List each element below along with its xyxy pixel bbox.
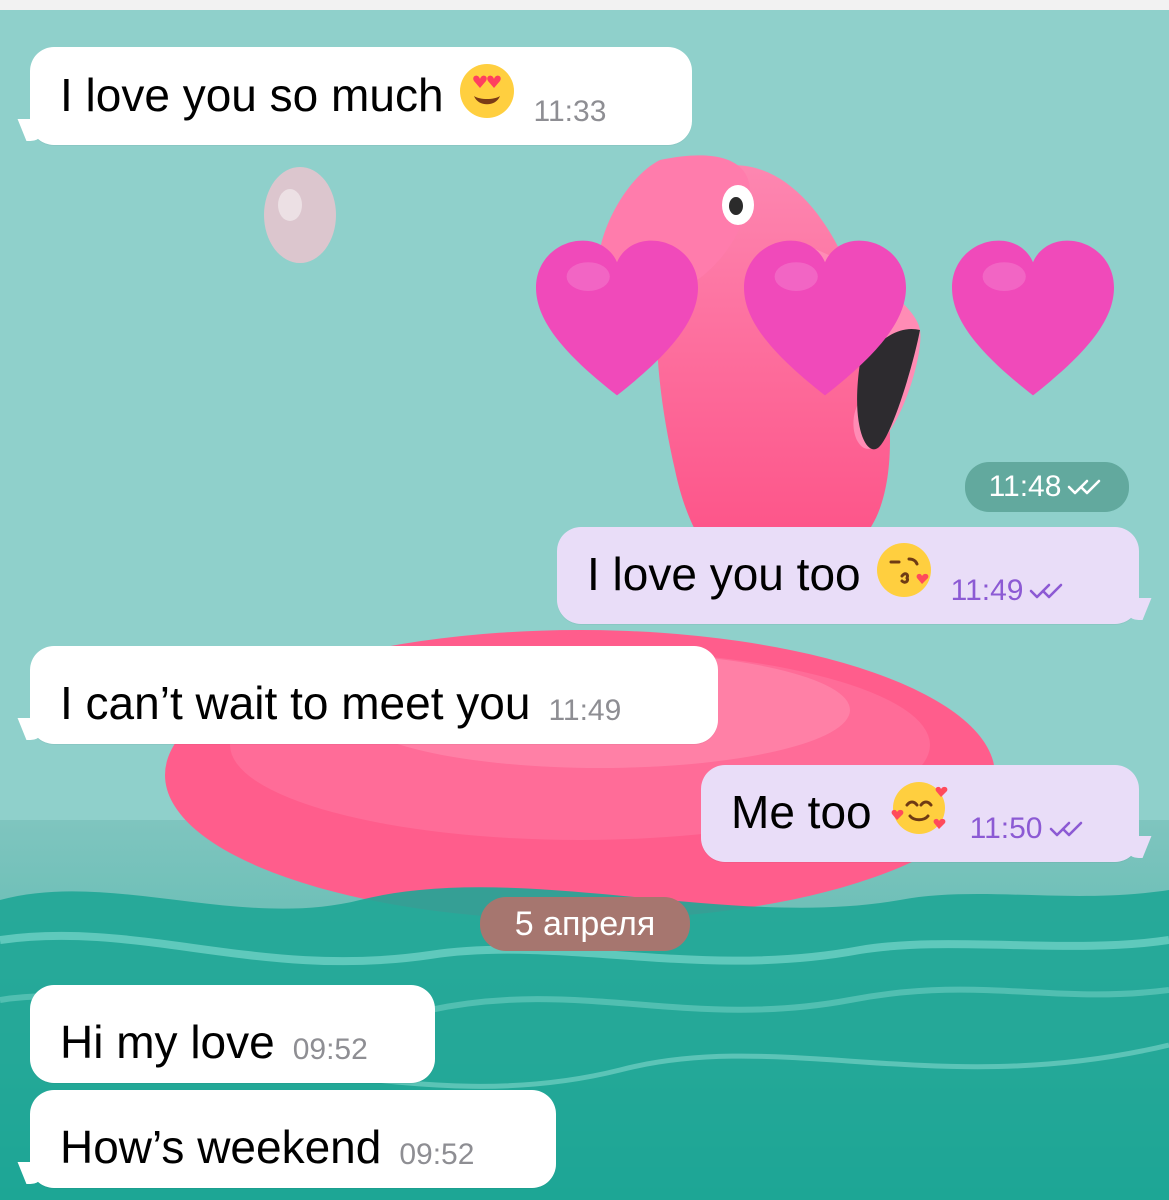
double-check-icon [1027, 579, 1067, 603]
message-text-wrapper: How’s weekend [60, 1124, 381, 1170]
message-time-wrapper: 11:33 [534, 97, 607, 127]
message-time: 11:49 [548, 694, 622, 727]
pink-heart-icon [952, 240, 1114, 396]
smiling-face-with-hearts-emoji-icon [886, 779, 952, 844]
message-time-wrapper: 11:49 [548, 696, 621, 726]
message-text: How’s weekend [60, 1121, 382, 1173]
double-check-icon [1065, 475, 1105, 499]
message-text: I love you so much [60, 68, 444, 121]
message-bubble-incoming[interactable]: Hi my love 09:52 [30, 985, 435, 1083]
chat-screen: I love you so much 11:33 11:48 I love yo… [0, 0, 1169, 1200]
message-time: 09:52 [399, 1138, 475, 1171]
message-bubble-outgoing[interactable]: I love you too 11:49 [557, 527, 1152, 624]
message-time: 11:33 [533, 95, 607, 128]
message-time-wrapper: 09:52 [293, 1035, 368, 1065]
pink-heart-icon [536, 240, 698, 396]
message-time: 11:49 [950, 574, 1024, 607]
message-bubble-incoming[interactable]: How’s weekend 09:52 [17, 1090, 556, 1188]
message-text-wrapper: I can’t wait to meet you [60, 680, 530, 726]
message-bubble-incoming[interactable]: I can’t wait to meet you 11:49 [17, 646, 718, 744]
message-text: Me too [731, 785, 872, 838]
kissing-face-emoji-icon [875, 541, 933, 606]
message-text: I love you too [587, 547, 861, 600]
message-time-wrapper: 11:50 [970, 814, 1087, 844]
message-text: I can’t wait to meet you [60, 677, 531, 729]
message-text: Hi my love [60, 1016, 275, 1068]
message-text-wrapper: I love you too [587, 541, 933, 606]
message-text-wrapper: Hi my love [60, 1019, 275, 1065]
date-separator: 5 апреля [480, 897, 690, 951]
message-bubble-outgoing[interactable]: Me too 11:50 [701, 765, 1152, 862]
time-pill-text: 11:48 [988, 470, 1062, 503]
message-text-wrapper: I love you so much [60, 62, 516, 127]
heart-eyes-emoji-icon [458, 62, 516, 127]
message-bubble-incoming[interactable]: I love you so much 11:33 [17, 47, 692, 145]
heart-emojis-group[interactable] [527, 237, 1123, 417]
date-separator-text: 5 апреля [514, 904, 656, 943]
message-time-pill: 11:48 [965, 462, 1129, 512]
top-strip [0, 0, 1169, 10]
message-time: 11:50 [969, 812, 1043, 845]
message-time-wrapper: 11:49 [951, 576, 1068, 606]
message-text-wrapper: Me too [731, 779, 952, 844]
message-time: 09:52 [292, 1033, 368, 1066]
pink-heart-icon [744, 240, 906, 396]
double-check-icon [1047, 817, 1087, 841]
message-time-wrapper: 09:52 [399, 1140, 474, 1170]
